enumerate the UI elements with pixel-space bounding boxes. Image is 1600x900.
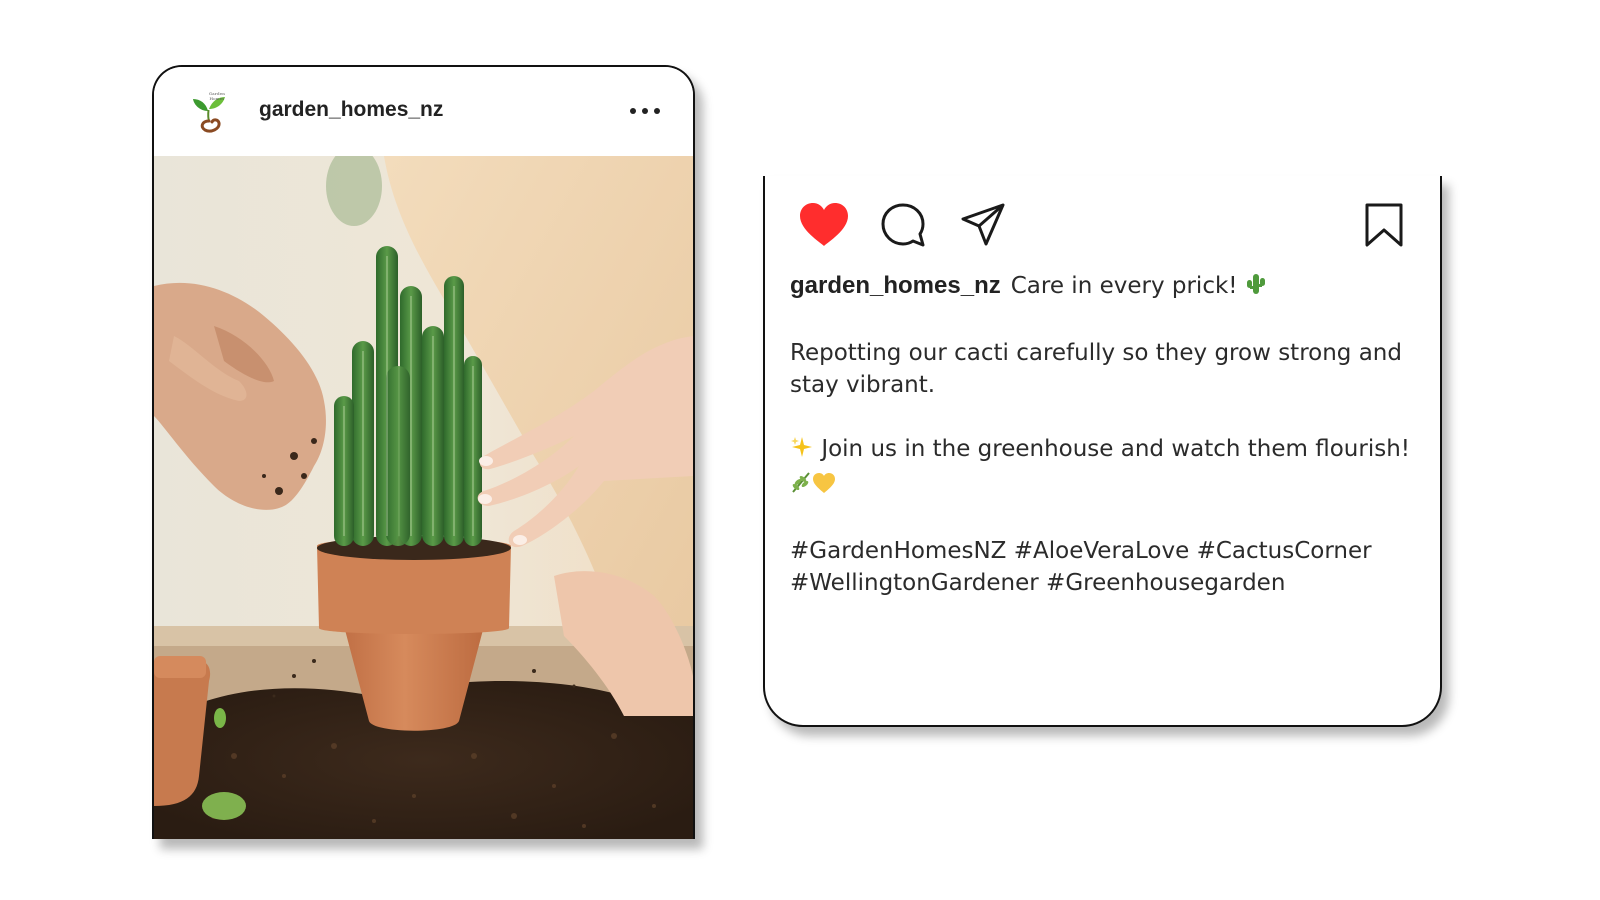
cactus-repotting-photo: [154, 156, 693, 839]
bookmark-icon: [1365, 203, 1403, 247]
caption-headline: Care in every prick!: [1010, 273, 1238, 299]
herb-icon: [790, 470, 812, 503]
post-header: Garden Homes garden_homes_nz: [154, 67, 693, 156]
comment-button[interactable]: [880, 202, 926, 248]
ellipsis-icon: [630, 108, 660, 114]
hashtags-line-2[interactable]: #WellingtonGardener #Greenhousegarden: [790, 570, 1285, 596]
cactus-icon: [1245, 272, 1267, 305]
caption-headline-line: garden_homes_nz Care in every prick!: [790, 270, 1410, 305]
like-button[interactable]: [798, 202, 850, 248]
caption-paragraph-2-block: Join us in the greenhouse and watch them…: [790, 433, 1410, 503]
logo-text: Garden Homes: [208, 91, 226, 101]
yellow-heart-icon: [812, 471, 836, 503]
more-options-button[interactable]: [625, 99, 665, 123]
heart-filled-icon: [800, 203, 848, 246]
share-button[interactable]: [960, 202, 1006, 248]
caption-card: garden_homes_nz Care in every prick! Repo…: [763, 176, 1442, 727]
hashtags-line-1[interactable]: #GardenHomesNZ #AloeVeraLove #CactusCorn…: [790, 538, 1372, 564]
brand-logo[interactable]: Garden Homes: [190, 91, 230, 133]
caption-hashtags: #GardenHomesNZ #AloeVeraLove #CactusCorn…: [790, 535, 1410, 599]
caption-paragraph-1: Repotting our cacti carefully so they gr…: [790, 340, 1402, 398]
caption-username[interactable]: garden_homes_nz: [790, 272, 1001, 299]
sparkles-icon: [790, 435, 814, 468]
post-card: Garden Homes garden_homes_nz: [152, 65, 695, 839]
canvas: Garden Homes garden_homes_nz garden_home…: [0, 0, 1600, 900]
caption-paragraph-2: Join us in the greenhouse and watch them…: [821, 436, 1411, 462]
caption-text: garden_homes_nz Care in every prick! Repo…: [790, 270, 1410, 631]
speech-bubble-icon: [881, 203, 925, 247]
post-username[interactable]: garden_homes_nz: [259, 98, 443, 122]
save-button[interactable]: [1363, 202, 1405, 248]
post-photo[interactable]: [154, 156, 693, 839]
paper-plane-icon: [961, 203, 1005, 246]
